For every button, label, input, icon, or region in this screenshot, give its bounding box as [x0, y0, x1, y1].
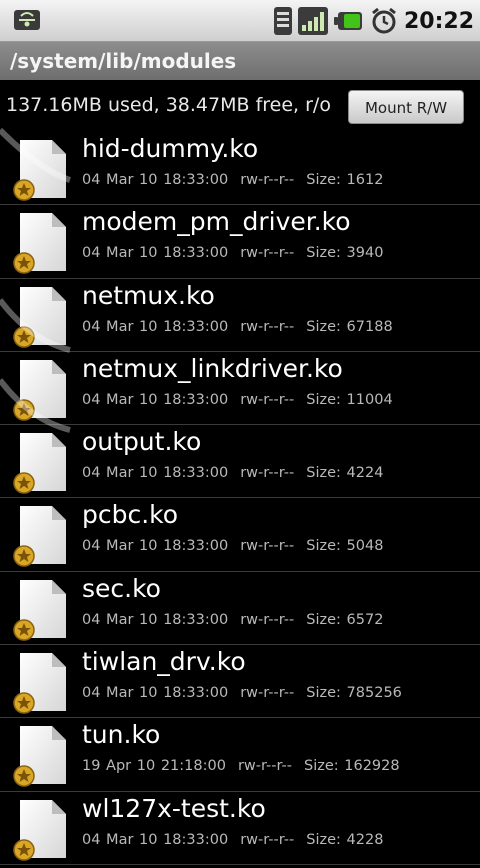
file-name: wl127x-test.ko [82, 793, 266, 823]
file-size: Size: 3940 [306, 245, 384, 262]
signal-icon [297, 7, 328, 35]
file-size: Size: 5048 [306, 538, 384, 555]
file-size: Size: 4224 [306, 465, 384, 482]
file-date: 04 Mar 10 18:33:00 [82, 318, 229, 335]
file-meta: 04 Mar 10 18:33:00 rw-r--r-- Size: 6572 [82, 612, 383, 628]
file-size: Size: 6572 [306, 611, 384, 628]
file-badge-icon [12, 285, 72, 351]
storage-info: 137.16MB used, 38.47MB free, r/o [6, 94, 331, 116]
file-size: Size: 4228 [306, 831, 384, 848]
file-meta: 04 Mar 10 18:33:00 rw-r--r-- Size: 785256 [82, 685, 402, 701]
file-date: 04 Mar 10 18:33:00 [82, 538, 229, 555]
file-date: 04 Mar 10 18:33:00 [82, 465, 229, 482]
clock: 20:22 [403, 8, 474, 34]
file-badge-icon [12, 431, 72, 497]
file-date: 04 Mar 10 18:33:00 [82, 831, 229, 848]
file-permissions: rw-r--r-- [240, 611, 295, 628]
file-size: Size: 785256 [306, 685, 402, 702]
file-meta: 04 Mar 10 18:33:00 rw-r--r-- Size: 1612 [82, 172, 383, 188]
file-permissions: rw-r--r-- [240, 318, 295, 335]
file-name: netmux.ko [82, 280, 215, 310]
file-name: pcbc.ko [82, 500, 179, 530]
file-name: tun.ko [82, 720, 161, 750]
file-row[interactable]: output.ko 04 Mar 10 18:33:00 rw-r--r-- Siz… [0, 425, 480, 499]
file-name: hid-dummy.ko [82, 134, 259, 163]
file-badge-icon [12, 211, 72, 277]
file-badge-icon [12, 138, 72, 204]
file-meta: 19 Apr 10 21:18:00 rw-r--r-- Size: 162928 [82, 758, 400, 774]
file-meta: 04 Mar 10 18:33:00 rw-r--r-- Size: 67188 [82, 319, 393, 335]
file-date: 04 Mar 10 18:33:00 [82, 172, 229, 188]
wifi-icon [273, 7, 292, 35]
file-permissions: rw-r--r-- [240, 465, 295, 482]
file-permissions: rw-r--r-- [237, 758, 292, 775]
file-row[interactable]: tiwlan_drv.ko 04 Mar 10 18:33:00 rw-r--r-… [0, 645, 480, 719]
file-name: netmux_linkdriver.ko [82, 353, 343, 383]
file-permissions: rw-r--r-- [240, 172, 295, 188]
file-permissions: rw-r--r-- [240, 831, 295, 848]
file-meta: 04 Mar 10 18:33:00 rw-r--r-- Size: 11004 [82, 392, 393, 408]
usb-icon [14, 10, 40, 30]
file-badge-icon [12, 651, 72, 717]
file-meta: 04 Mar 10 18:33:00 rw-r--r-- Size: 5048 [82, 538, 383, 554]
file-row[interactable]: pcbc.ko 04 Mar 10 18:33:00 rw-r--r-- Size:… [0, 498, 480, 572]
file-badge-icon [12, 798, 72, 864]
file-badge-icon [12, 578, 72, 644]
file-meta: 04 Mar 10 18:33:00 rw-r--r-- Size: 4228 [82, 832, 383, 848]
file-date: 04 Mar 10 18:33:00 [82, 685, 229, 702]
alarm-icon [370, 7, 398, 35]
file-permissions: rw-r--r-- [240, 245, 295, 262]
file-row[interactable]: tun.ko 19 Apr 10 21:18:00 rw-r--r-- Size: … [0, 718, 480, 792]
file-permissions: rw-r--r-- [240, 685, 295, 702]
mount-rw-button[interactable]: Mount R/W [348, 90, 464, 124]
file-date: 19 Apr 10 21:18:00 [82, 758, 226, 775]
status-bar: 20:22 [0, 0, 480, 42]
file-date: 04 Mar 10 18:33:00 [82, 245, 229, 262]
file-permissions: rw-r--r-- [240, 391, 295, 408]
file-date: 04 Mar 10 18:33:00 [82, 611, 229, 628]
file-row[interactable]: netmux_linkdriver.ko 04 Mar 10 18:33:00 r… [0, 352, 480, 426]
file-date: 04 Mar 10 18:33:00 [82, 391, 229, 408]
file-meta: 04 Mar 10 18:33:00 rw-r--r-- Size: 3940 [82, 245, 383, 261]
file-name: tiwlan_drv.ko [82, 647, 246, 677]
file-name: modem_pm_driver.ko [82, 207, 351, 237]
file-size: Size: 11004 [306, 391, 393, 408]
file-row[interactable]: hid-dummy.ko 04 Mar 10 18:33:00 rw-r--r--… [0, 132, 480, 206]
file-row[interactable]: netmux.ko 04 Mar 10 18:33:00 rw-r--r-- Siz… [0, 279, 480, 352]
file-list: hid-dummy.ko 04 Mar 10 18:33:00 rw-r--r--… [0, 132, 480, 865]
file-row[interactable]: sec.ko 04 Mar 10 18:33:00 rw-r--r-- Size: … [0, 572, 480, 646]
file-name: sec.ko [82, 573, 161, 603]
current-path: /system/lib/modules [0, 42, 480, 80]
file-size: Size: 67188 [306, 318, 393, 335]
file-size: Size: 1612 [306, 172, 384, 188]
file-row[interactable]: wl127x-test.ko 04 Mar 10 18:33:00 rw-r--r… [0, 792, 480, 865]
file-badge-icon [12, 504, 72, 570]
file-badge-icon [12, 358, 72, 424]
file-size: Size: 162928 [304, 758, 400, 775]
file-name: output.ko [82, 427, 202, 457]
file-badge-icon [12, 724, 72, 790]
file-permissions: rw-r--r-- [240, 538, 295, 555]
file-meta: 04 Mar 10 18:33:00 rw-r--r-- Size: 4224 [82, 465, 383, 481]
battery-icon [333, 10, 364, 32]
file-row[interactable]: modem_pm_driver.ko 04 Mar 10 18:33:00 rw-… [0, 205, 480, 279]
